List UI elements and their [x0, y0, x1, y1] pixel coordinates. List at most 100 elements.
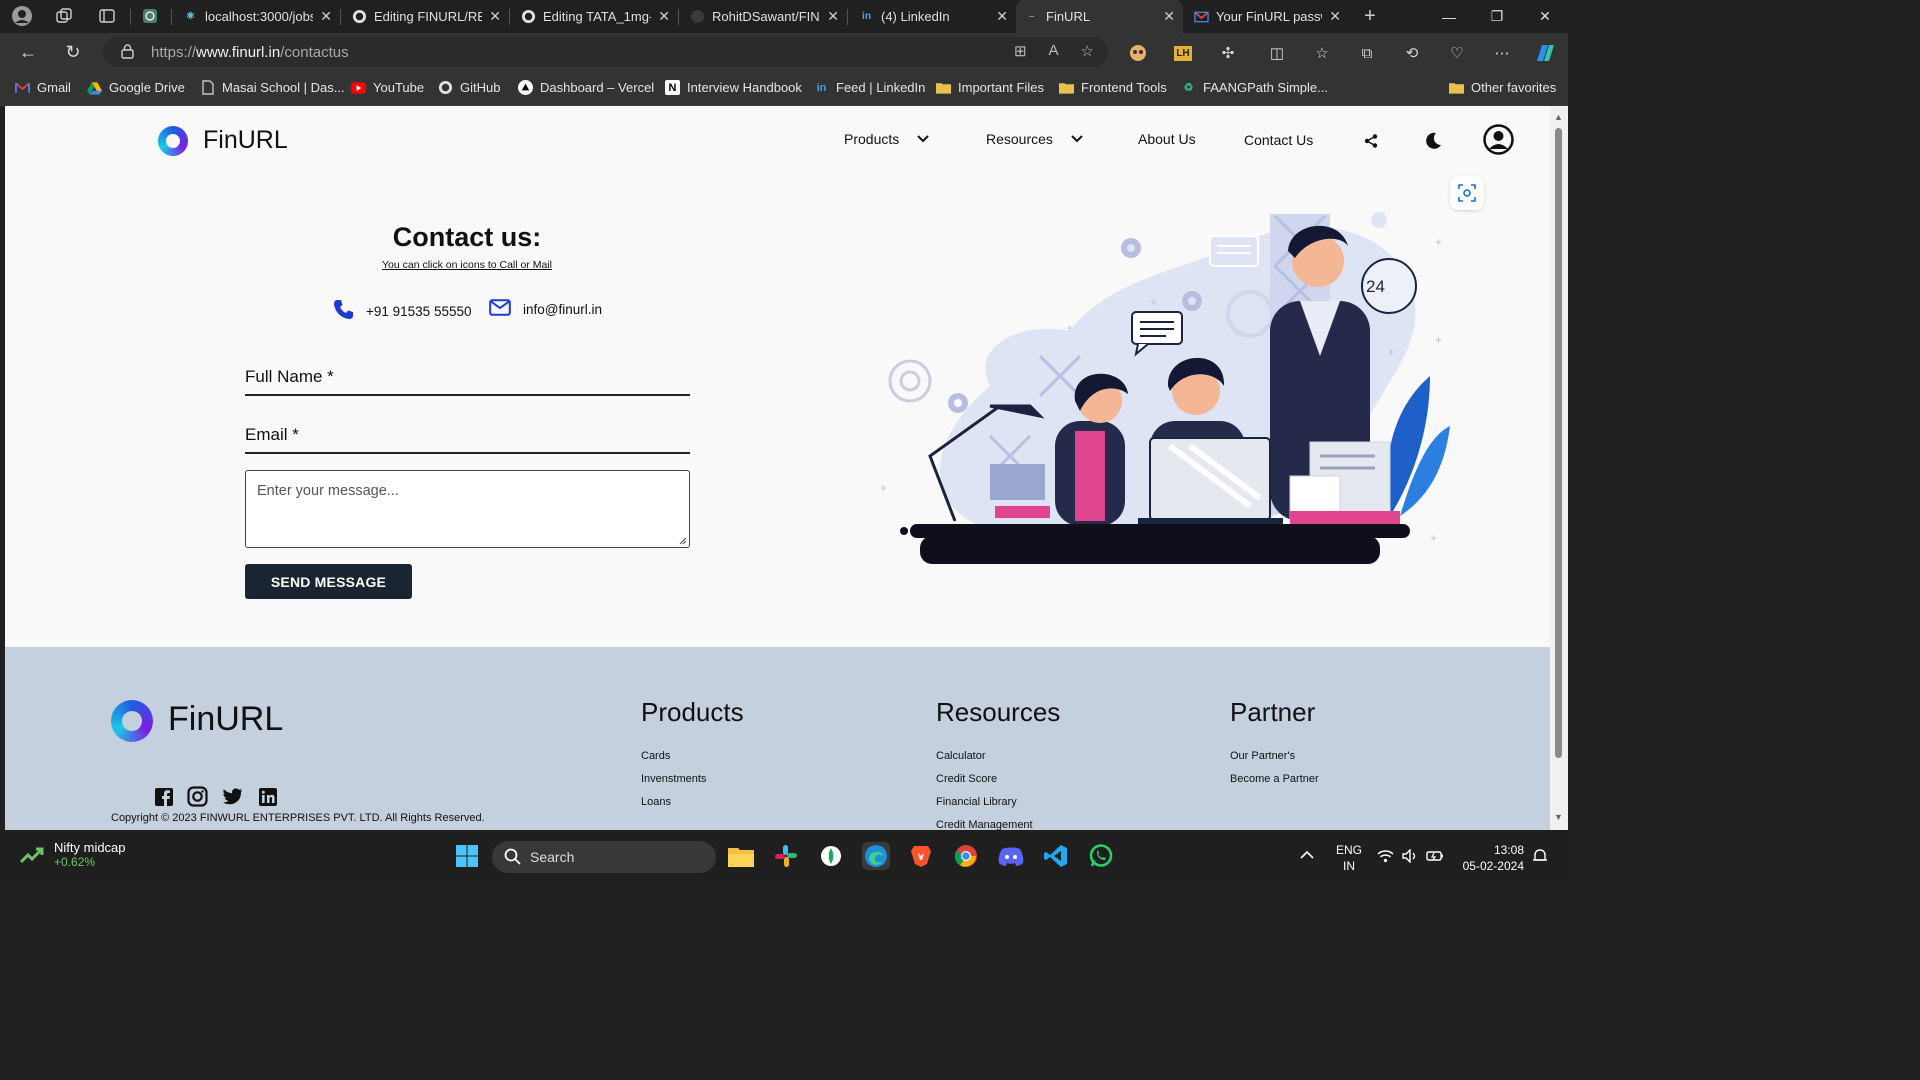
back-arrow-icon[interactable]: ← — [16, 41, 40, 63]
url-field[interactable]: https://www.finurl.in/contactus ⊞ A ☆ — [103, 37, 1108, 67]
edge-browser-icon[interactable] — [862, 842, 890, 870]
footer-link-financial-library[interactable]: Financial Library — [936, 796, 1017, 808]
clock[interactable]: 13:08 05-02-2024 — [1458, 842, 1524, 874]
share-icon[interactable] — [1362, 132, 1380, 150]
copilot-icon[interactable] — [1534, 42, 1556, 64]
message-textarea[interactable]: Enter your message... — [245, 470, 690, 548]
file-explorer-icon[interactable] — [727, 842, 755, 870]
linkedin-social-icon[interactable] — [257, 786, 278, 807]
new-tab-icon[interactable]: + — [1358, 5, 1382, 27]
dark-mode-moon-icon[interactable] — [1421, 129, 1445, 153]
mail-icon[interactable] — [489, 299, 511, 319]
bookmark-gmail[interactable]: Gmail — [15, 80, 71, 95]
collections-icon[interactable]: ⧉ — [1356, 42, 1378, 64]
stock-widget[interactable]: Nifty midcap +0.62% — [20, 840, 126, 869]
bookmark-frontend-tools[interactable]: Frontend Tools — [1059, 80, 1167, 95]
volume-icon[interactable] — [1402, 848, 1418, 868]
tab-editing-tata[interactable]: Editing TATA_1mg- ✕ — [513, 3, 678, 30]
bookmark-other-favorites[interactable]: Other favorites — [1449, 80, 1556, 95]
favorite-star-icon[interactable]: ☆ — [1081, 42, 1094, 60]
page-scrollbar[interactable]: ▲ ▼ — [1550, 106, 1568, 830]
site-brand-name[interactable]: FinURL — [203, 126, 288, 155]
footer-brand-name[interactable]: FinURL — [168, 700, 283, 739]
resize-handle-icon[interactable] — [679, 537, 687, 545]
bookmark-youtube[interactable]: YouTube — [351, 80, 424, 95]
finurl-logo-icon[interactable] — [158, 126, 188, 156]
restore-icon[interactable]: ❐ — [1474, 0, 1520, 33]
taskbar-search[interactable]: Search — [492, 841, 716, 873]
discord-icon[interactable] — [997, 842, 1025, 870]
workspaces-icon[interactable] — [52, 5, 76, 27]
footer-link-become-partner[interactable]: Become a Partner — [1230, 773, 1319, 785]
battery-icon[interactable] — [1426, 849, 1444, 868]
split-screen-icon[interactable]: ◫ — [1266, 42, 1288, 64]
close-tab-icon[interactable]: ✕ — [1163, 8, 1175, 25]
show-hidden-icons-icon[interactable] — [1300, 847, 1314, 863]
scroll-down-icon[interactable]: ▼ — [1554, 812, 1563, 822]
footer-link-cards[interactable]: Cards — [641, 750, 670, 762]
extension-lh-icon[interactable]: LH — [1172, 42, 1194, 64]
nav-contact[interactable]: Contact Us — [1244, 132, 1313, 148]
app-available-icon[interactable]: ⊞ — [1014, 42, 1027, 60]
history-icon[interactable]: ⟲ — [1401, 42, 1423, 64]
email-contact[interactable]: info@finurl.in — [489, 299, 602, 319]
tab-editing-finurl[interactable]: Editing FINURL/README ✕ — [344, 3, 509, 30]
wifi-icon[interactable] — [1377, 849, 1394, 868]
visual-search-icon[interactable] — [1450, 176, 1484, 210]
brave-browser-icon[interactable] — [907, 842, 935, 870]
whatsapp-icon[interactable] — [1087, 842, 1115, 870]
close-tab-icon[interactable]: ✕ — [996, 8, 1008, 25]
extension-face-icon[interactable] — [1127, 42, 1149, 64]
footer-link-our-partners[interactable]: Our Partner's — [1230, 750, 1295, 762]
language-indicator[interactable]: ENG IN — [1336, 842, 1362, 874]
mongodb-compass-icon[interactable] — [817, 842, 845, 870]
full-name-input[interactable] — [245, 394, 690, 396]
twitter-icon[interactable] — [222, 786, 243, 807]
send-message-button[interactable]: SEND MESSAGE — [245, 564, 412, 599]
bookmark-github[interactable]: GitHub — [438, 80, 500, 95]
close-tab-icon[interactable]: ✕ — [489, 8, 501, 25]
notifications-icon[interactable] — [1532, 848, 1548, 869]
vscode-icon[interactable] — [1042, 842, 1070, 870]
bookmark-google-drive[interactable]: Google Drive — [87, 80, 185, 95]
profile-avatar-icon[interactable] — [10, 5, 34, 27]
minimize-icon[interactable]: — — [1426, 0, 1472, 33]
close-tab-icon[interactable]: ✕ — [320, 8, 332, 25]
bookmark-feed-linkedin[interactable]: in Feed | LinkedIn — [814, 80, 926, 95]
nav-products[interactable]: Products — [844, 131, 929, 147]
instagram-icon[interactable] — [187, 786, 208, 807]
windows-start-icon[interactable] — [453, 842, 481, 870]
close-tab-icon[interactable]: ✕ — [1329, 8, 1341, 25]
more-menu-icon[interactable]: ⋯ — [1491, 42, 1513, 64]
phone-icon[interactable] — [333, 299, 354, 323]
footer-link-credit-score[interactable]: Credit Score — [936, 773, 997, 785]
chatgpt-pinned-tab-icon[interactable] — [138, 5, 162, 27]
scrollbar-thumb[interactable] — [1555, 128, 1562, 758]
browser-essentials-icon[interactable]: ♡ — [1446, 42, 1468, 64]
nav-about[interactable]: About Us — [1138, 131, 1196, 147]
close-window-icon[interactable]: ✕ — [1522, 0, 1568, 33]
tab-actions-icon[interactable] — [95, 5, 119, 27]
tab-localhost[interactable]: ⚛ localhost:3000/jobs ✕ — [175, 3, 340, 30]
footer-link-calculator[interactable]: Calculator — [936, 750, 986, 762]
phone-number[interactable]: +91 91535 55550 — [366, 304, 471, 319]
close-tab-icon[interactable]: ✕ — [827, 8, 839, 25]
phone-contact[interactable]: +91 91535 55550 — [333, 299, 471, 323]
bookmark-faangpath[interactable]: ♻ FAANGPath Simple... — [1181, 80, 1328, 95]
bookmark-important-files[interactable]: Important Files — [936, 80, 1044, 95]
bookmark-vercel[interactable]: Dashboard – Vercel — [518, 80, 654, 95]
footer-link-investments[interactable]: Invenstments — [641, 773, 706, 785]
tab-rohitdsawant[interactable]: RohitDSawant/FINURL ✕ — [682, 3, 847, 30]
account-avatar-icon[interactable] — [1482, 123, 1514, 155]
footer-link-credit-management[interactable]: Credit Management — [936, 819, 1033, 830]
bookmark-masai[interactable]: Masai School | Das... — [200, 80, 345, 95]
close-tab-icon[interactable]: ✕ — [658, 8, 670, 25]
extensions-puzzle-icon[interactable]: ✣ — [1217, 42, 1239, 64]
scroll-up-icon[interactable]: ▲ — [1554, 112, 1563, 122]
email-input[interactable] — [245, 452, 690, 454]
footer-link-loans[interactable]: Loans — [641, 796, 671, 808]
finurl-footer-logo-icon[interactable] — [111, 700, 153, 742]
chrome-icon[interactable] — [952, 842, 980, 870]
email-address[interactable]: info@finurl.in — [523, 302, 602, 317]
read-aloud-icon[interactable]: A — [1049, 42, 1059, 60]
